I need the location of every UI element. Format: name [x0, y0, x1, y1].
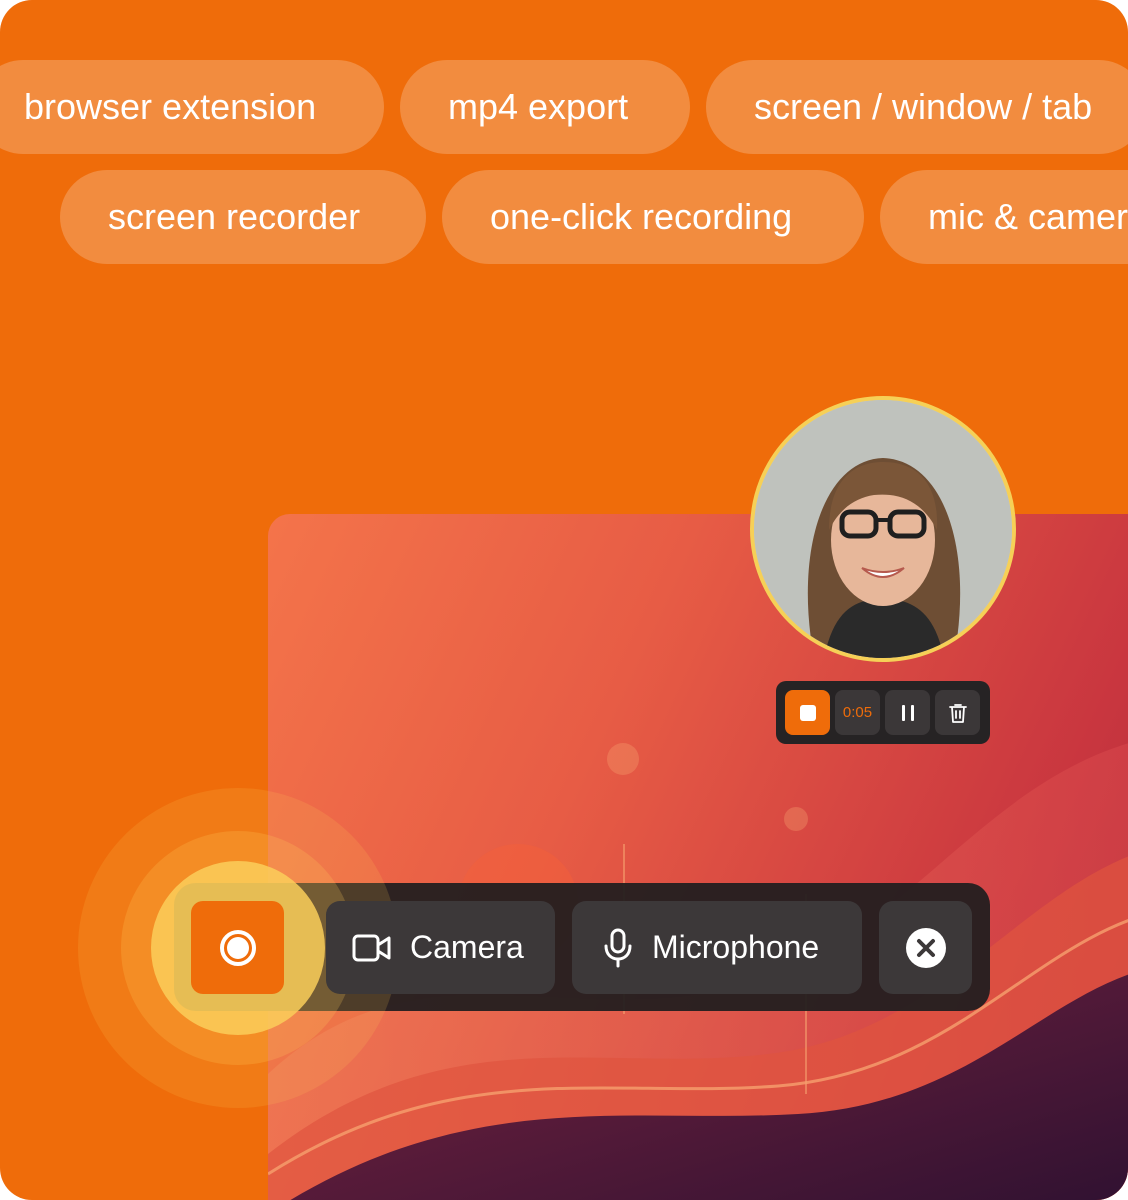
wave-background: [268, 743, 1128, 1200]
camera-toggle-button[interactable]: Camera: [326, 901, 555, 994]
stop-recording-button[interactable]: [785, 690, 830, 735]
camera-label: Camera: [410, 929, 524, 965]
feature-chip: screen recorder: [60, 170, 426, 264]
person-avatar: [754, 400, 1012, 658]
close-toolbar-button[interactable]: [879, 901, 972, 994]
feature-chip: mic & camera: [880, 170, 1128, 264]
screen-preview: [268, 514, 1128, 1200]
close-icon: [905, 927, 946, 968]
start-recording-button[interactable]: [191, 901, 284, 994]
microphone-icon: [604, 928, 632, 967]
webcam-preview[interactable]: [750, 396, 1016, 662]
feature-chip: one-click recording: [442, 170, 864, 264]
delete-recording-button[interactable]: [935, 690, 980, 735]
feature-chip: browser extension: [0, 60, 384, 154]
microphone-toggle-button[interactable]: Microphone: [572, 901, 862, 994]
pause-button[interactable]: [885, 690, 930, 735]
video-camera-icon: [352, 934, 391, 961]
feature-chip: screen / window / tab: [706, 60, 1128, 154]
trash-icon: [948, 703, 967, 723]
hero-card: browser extension mp4 export screen / wi…: [0, 0, 1128, 1200]
recording-mini-controls: 0:05: [776, 681, 990, 744]
recording-timer: 0:05: [835, 690, 880, 735]
microphone-label: Microphone: [652, 929, 820, 965]
record-icon: [219, 929, 256, 966]
feature-chip: mp4 export: [400, 60, 690, 154]
pause-icon: [901, 704, 914, 721]
stop-icon: [799, 704, 816, 721]
